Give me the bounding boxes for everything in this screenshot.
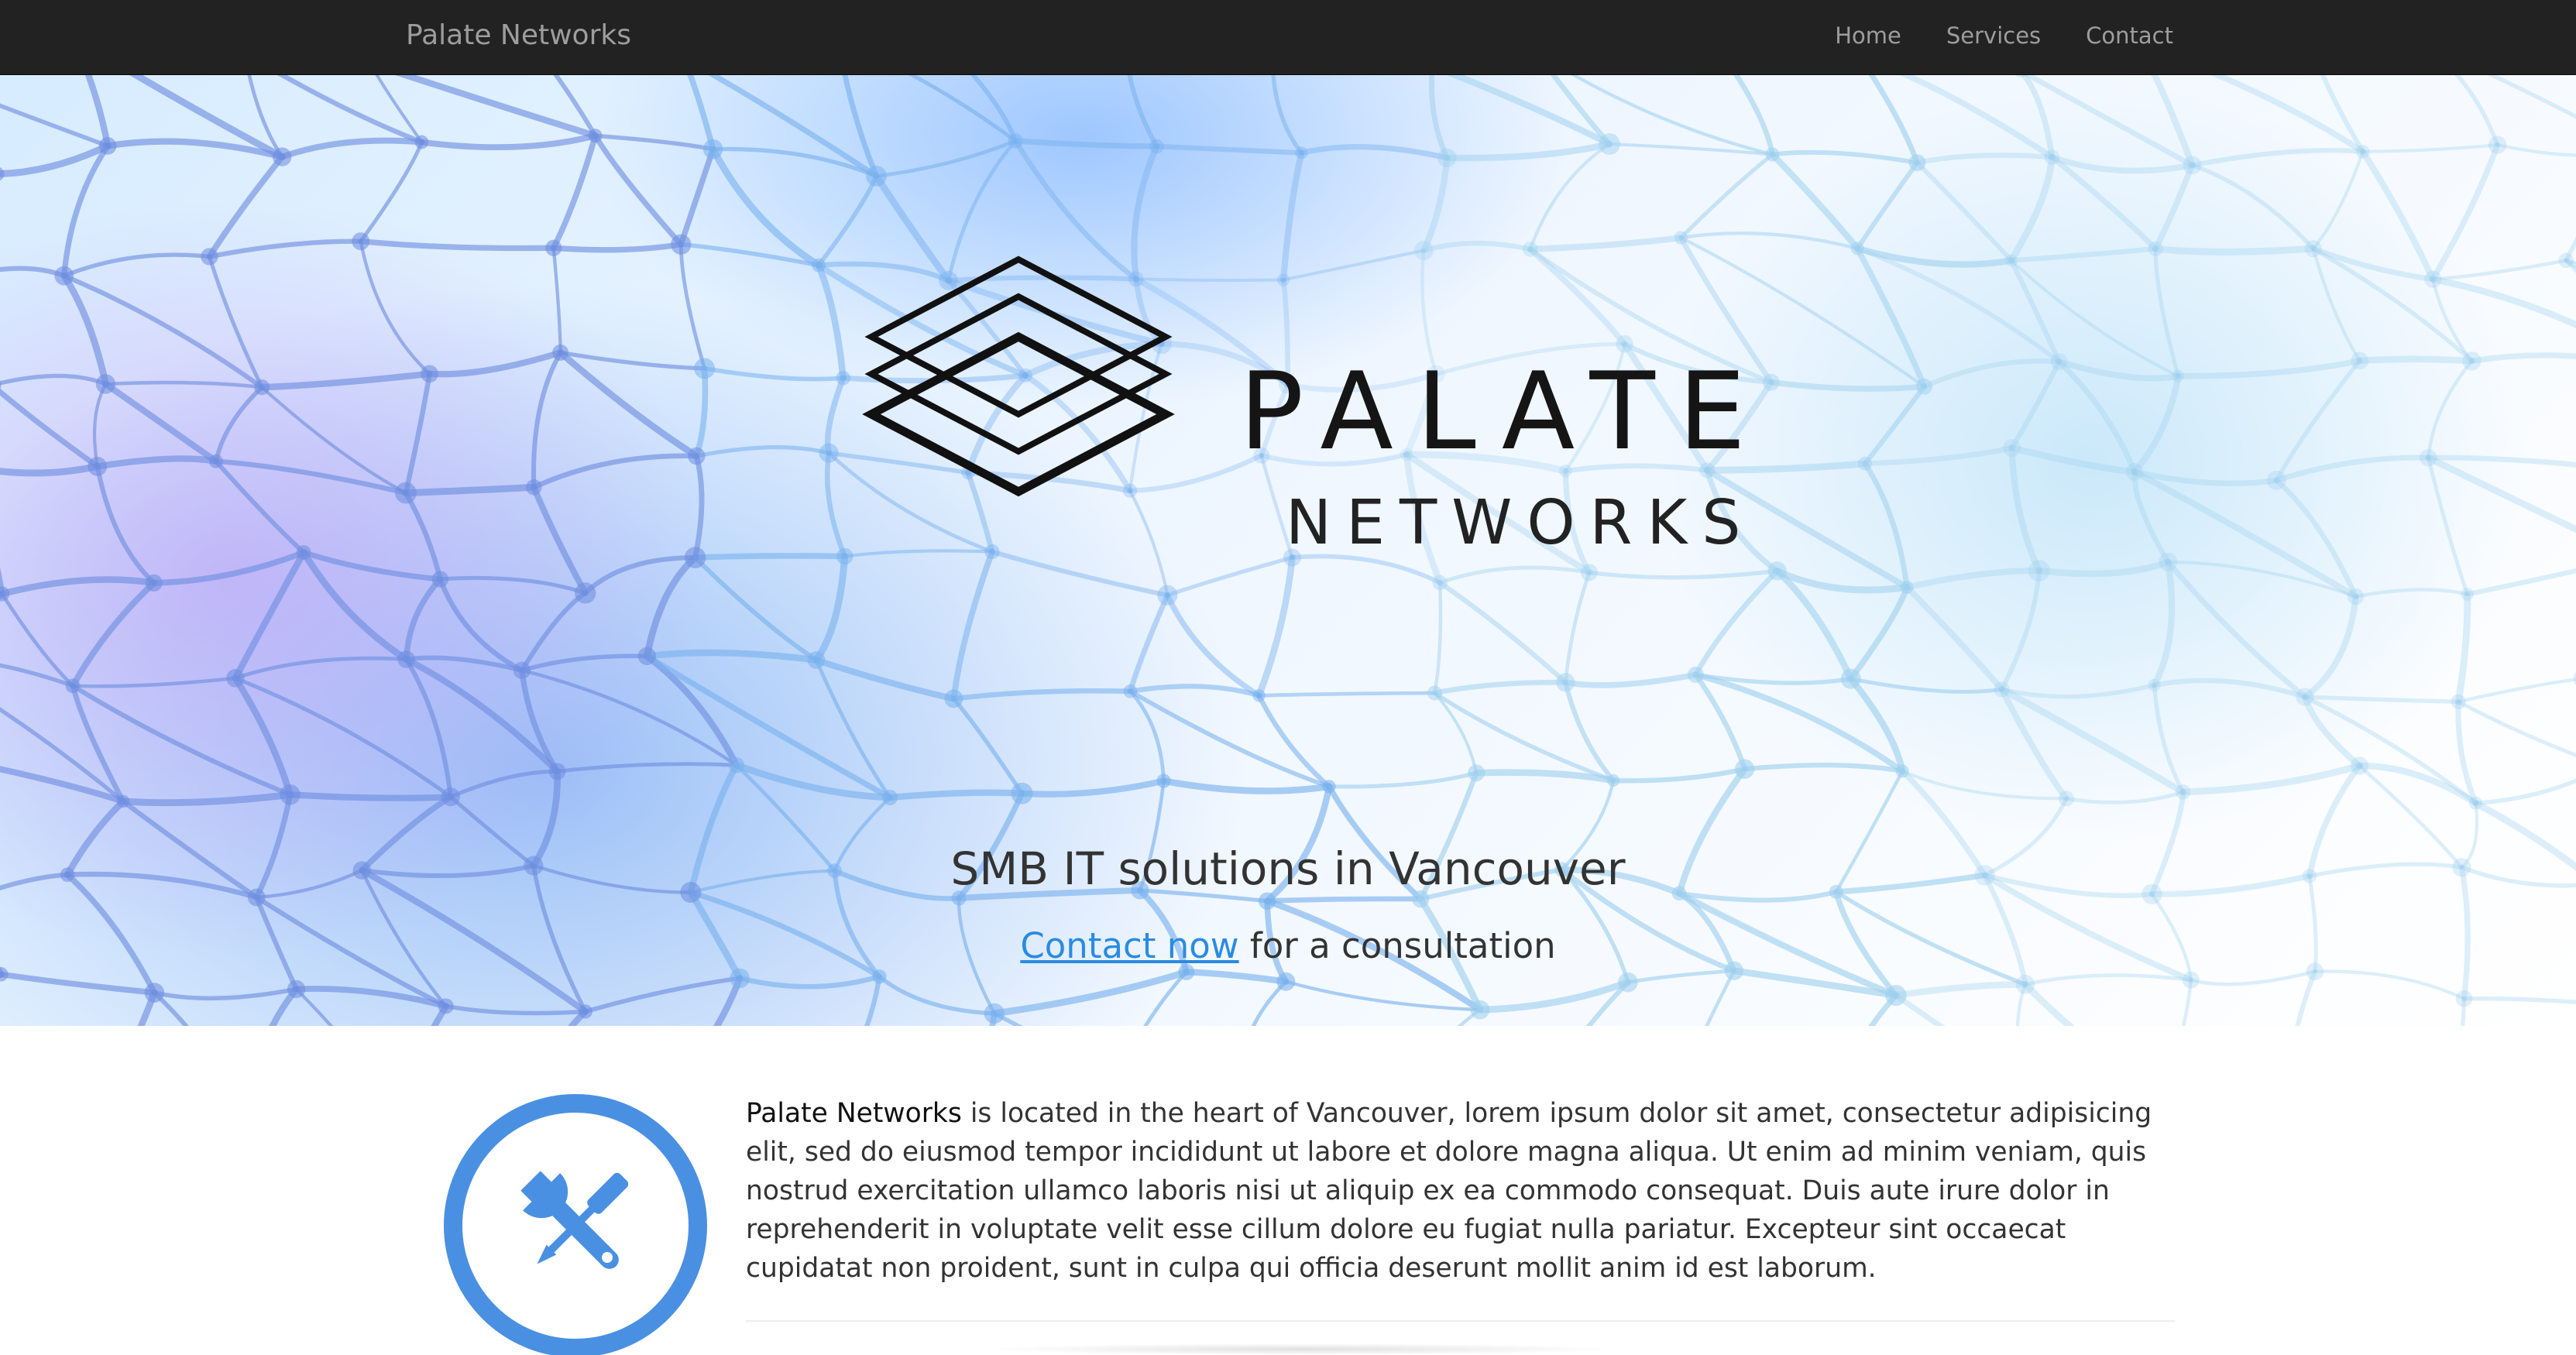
about-paragraph: Palate Networks is located in the heart … xyxy=(746,1094,2175,1288)
nav-link-home[interactable]: Home xyxy=(1835,20,1901,51)
palate-logo-icon xyxy=(862,256,1175,497)
nav-link-contact[interactable]: Contact xyxy=(2086,20,2173,51)
nav-menu: Home Services Contact xyxy=(1835,20,2173,51)
section-divider xyxy=(746,1320,2175,1322)
company-name: Palate Networks xyxy=(746,1098,962,1129)
hero-tagline: SMB IT solutions in Vancouver xyxy=(950,842,1626,895)
nav-link-services[interactable]: Services xyxy=(1946,20,2041,51)
hero-cta: Contact now for a consultation xyxy=(0,918,2576,975)
navbar: Palate Networks Home Services Contact xyxy=(0,0,2576,75)
hero-section: PALATE NETWORKS SMB IT solutions in Vanc… xyxy=(0,75,2576,1026)
logo-subtitle: NETWORKS xyxy=(1286,487,1756,558)
brand-link[interactable]: Palate Networks xyxy=(406,17,631,54)
tools-icon xyxy=(444,1094,707,1355)
contact-now-link[interactable]: Contact now xyxy=(1020,925,1238,966)
cta-text: for a consultation xyxy=(1238,925,1556,966)
next-section-shadow xyxy=(984,1343,1619,1355)
logo-wordmark: PALATE xyxy=(1239,349,1770,474)
